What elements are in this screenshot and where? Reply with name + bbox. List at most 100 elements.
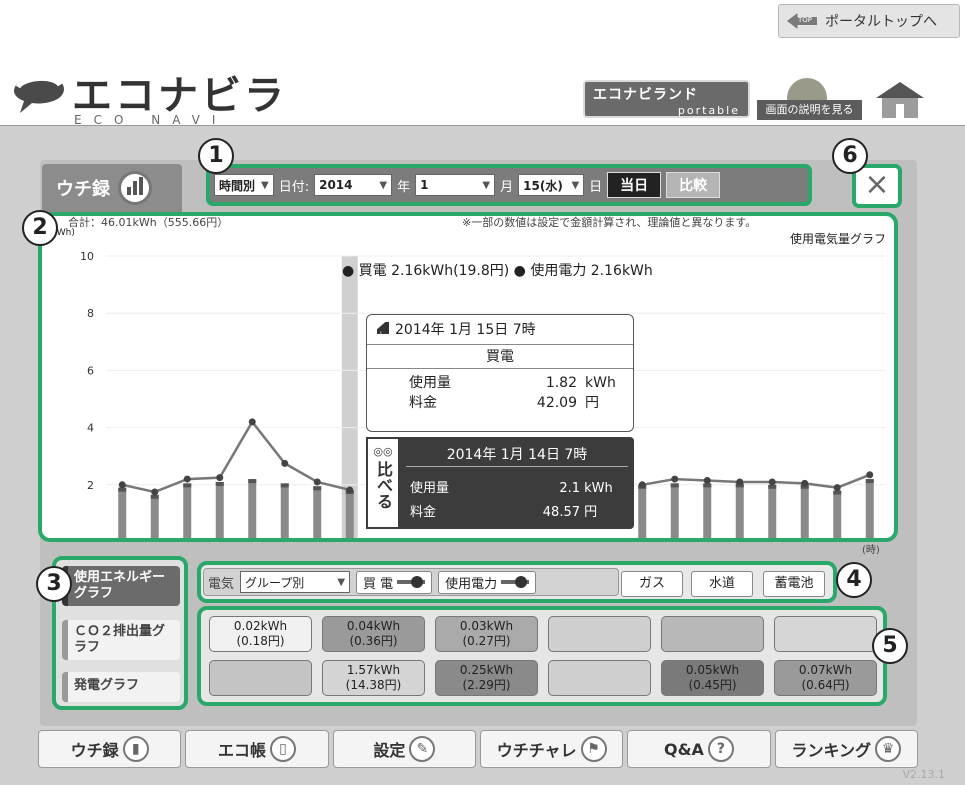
- usage-point: [281, 459, 289, 467]
- today-button[interactable]: 当日: [607, 172, 662, 198]
- y-tick-label: 8: [87, 307, 94, 320]
- portal-top-link[interactable]: TOP ポータルトップへ: [778, 4, 960, 38]
- tooltip-date: 2014年 1月 15日 7時: [395, 322, 536, 338]
- group-usage-grid: 0.02kWh (0.18円) 0.04kWh (0.36円) 0.03kWh (0.27…: [197, 606, 887, 706]
- gas-button[interactable]: ガス: [621, 571, 683, 597]
- y-tick-label: 10: [80, 250, 94, 263]
- usage-bar: [215, 481, 224, 538]
- usage-toggle[interactable]: 使用電力: [438, 570, 537, 594]
- cell-usage: 0.02kWh: [233, 619, 288, 633]
- cell-cost: (0.36円): [349, 634, 398, 648]
- x-tick-label: ·: [868, 536, 872, 538]
- usage-toggle-label: 使用電力: [445, 576, 498, 592]
- cost-unit: 円: [585, 395, 599, 411]
- usage-point: [118, 481, 126, 489]
- portable-button[interactable]: エコナビランド portable: [583, 80, 750, 118]
- usage-bar-cap: [248, 479, 257, 484]
- tab-uchiroku[interactable]: ウチ録: [42, 164, 182, 212]
- notebook-icon: ▯: [270, 736, 296, 762]
- compare-usage-unit: kWh: [584, 481, 613, 496]
- x-tick-label: 0: [119, 536, 126, 538]
- x-tick-label: ·: [186, 536, 190, 538]
- app-logo: エコナビランド ECO NAVI LAND: [10, 55, 290, 177]
- usage-point: [183, 475, 191, 483]
- top-badge: TOP: [798, 16, 813, 24]
- nav-label: ウチチャレ: [496, 741, 577, 760]
- energy-graph-button[interactable]: 使用エネルギーグラフ: [62, 566, 180, 606]
- usage-bar-cap: [215, 481, 224, 486]
- x-tick-label: ·: [251, 536, 255, 538]
- compare-usage-label: 使用量: [410, 481, 450, 496]
- group-cell[interactable]: 0.04kWh (0.36円): [322, 616, 425, 652]
- group-cell[interactable]: [209, 660, 312, 696]
- usage-bar: [150, 494, 159, 538]
- nav-ecocho[interactable]: エコ帳 ▯: [185, 730, 329, 768]
- granularity-select[interactable]: 時間別 ▼: [214, 174, 274, 196]
- group-cell[interactable]: 0.02kWh (0.18円): [209, 616, 312, 652]
- co2-graph-button[interactable]: ＣＯ２排出量グラフ: [62, 620, 180, 660]
- year-value: 2014: [319, 178, 353, 192]
- month-select[interactable]: 1 ▼: [415, 174, 496, 196]
- chart-legend: ● 買電 2.16kWh(19.8円) ● 使用電力 2.16kWh: [342, 263, 653, 279]
- cell-usage: 0.05kWh: [685, 663, 740, 677]
- electric-filter: 電気 グループ別 ▼ 買 電 使用電力: [203, 568, 619, 596]
- compare-cost-unit: 円: [584, 505, 598, 520]
- water-button[interactable]: 水道: [691, 571, 753, 597]
- x-tick-label: 3: [216, 536, 223, 538]
- usage-bar: [638, 484, 647, 538]
- usage-bar: [248, 479, 257, 538]
- nav-label: 設定: [373, 741, 406, 760]
- usage-point: [216, 474, 224, 482]
- group-cell[interactable]: 0.07kWh (0.64円): [774, 660, 877, 696]
- year-select[interactable]: 2014 ▼: [314, 174, 393, 196]
- group-cell[interactable]: 0.03kWh (0.27円): [435, 616, 538, 652]
- group-cell[interactable]: 0.25kWh (2.29円): [435, 660, 538, 696]
- usage-bar: [800, 484, 809, 538]
- nav-ranking[interactable]: ランキング ♛: [774, 730, 918, 768]
- question-icon: ?: [707, 736, 734, 762]
- day-select[interactable]: 15(水) ▼: [518, 174, 585, 196]
- group-value: グループ別: [245, 575, 305, 590]
- generation-graph-button[interactable]: 発電グラフ: [62, 672, 180, 702]
- x-tick-label: ·: [576, 536, 580, 538]
- group-select[interactable]: グループ別 ▼: [240, 571, 351, 593]
- home-house-icon[interactable]: [870, 78, 930, 120]
- wrench-icon: ✎: [409, 736, 436, 762]
- tooltip-header: 2014年 1月 15日 7時: [367, 315, 633, 345]
- cell-cost: (0.18円): [236, 634, 285, 648]
- group-cell[interactable]: [548, 660, 651, 696]
- nav-challenge[interactable]: ウチチャレ ⚑: [479, 730, 624, 768]
- nav-uchiroku[interactable]: ウチ録 ▮: [38, 730, 182, 768]
- cell-cost: (0.64円): [801, 678, 850, 692]
- version-label: V2.13.1: [902, 768, 945, 781]
- usage-bar: [865, 479, 874, 538]
- group-cell[interactable]: 0.05kWh (0.45円): [661, 660, 764, 696]
- y-tick-label: 6: [87, 364, 94, 377]
- compare-badge: ◎◎ 比べる: [366, 437, 400, 529]
- crown-icon: ♛: [875, 736, 902, 762]
- usage-bar-cap: [183, 483, 192, 488]
- usage-bar: [118, 487, 127, 538]
- chevron-down-icon: ▼: [337, 576, 346, 588]
- group-cell[interactable]: [774, 616, 877, 652]
- month-unit: 月: [500, 179, 514, 195]
- day-unit: 日: [589, 179, 603, 195]
- x-tick-label: ·: [348, 536, 352, 538]
- help-button[interactable]: 画面の説明を見る: [757, 78, 862, 120]
- group-cell[interactable]: [548, 616, 651, 652]
- cell-cost: (2.29円): [462, 678, 511, 692]
- buy-toggle[interactable]: 買 電: [356, 570, 433, 594]
- compare-button[interactable]: 比較: [666, 172, 721, 198]
- tab-label: ウチ録: [56, 179, 110, 200]
- usage-unit: kWh: [585, 375, 616, 391]
- nav-settings[interactable]: 設定 ✎: [332, 730, 476, 768]
- x-tick-label: 21: [798, 536, 812, 538]
- compare-tooltip: ◎◎ 比べる 2014年 1月 14日 7時 使用量 2.1 kWh 料金 48.5…: [366, 437, 634, 529]
- group-cell[interactable]: [661, 616, 764, 652]
- x-tick-label: 18: [700, 536, 714, 538]
- nav-qa[interactable]: Q&A?: [627, 730, 771, 768]
- group-cell[interactable]: 1.57kWh (14.38円): [322, 660, 425, 696]
- battery-button[interactable]: 蓄電池: [763, 571, 825, 597]
- usage-bar-cap: [313, 486, 322, 491]
- compare-cost-value: 48.57: [542, 505, 580, 520]
